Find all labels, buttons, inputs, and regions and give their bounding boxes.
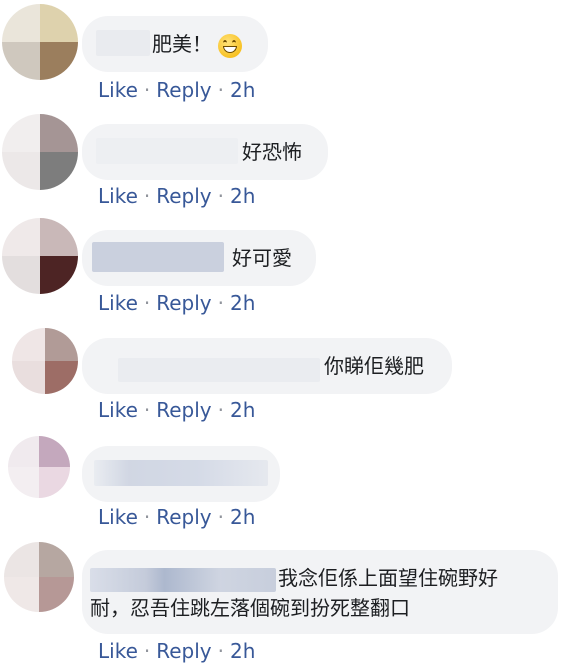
redacted-author-name — [90, 568, 276, 592]
comment-bubble: 你睇佢幾肥 — [82, 338, 452, 394]
reply-link[interactable]: Reply — [156, 398, 211, 422]
like-link[interactable]: Like — [98, 505, 138, 529]
comment-item: 好恐怖 Like · Reply · 2h — [0, 108, 569, 216]
comment-text-line-1: 我念佢係上面望住碗野好 — [278, 566, 498, 590]
comment-item: 我念佢係上面望住碗野好 耐，忍吾住跳左落個碗到扮死整翻口 Like · Reply ·… — [0, 536, 569, 668]
comment-item: Like · Reply · 2h — [0, 430, 569, 538]
reply-link[interactable]: Reply — [156, 639, 211, 663]
separator-dot: · — [217, 291, 224, 315]
comment-text-line-2: 耐，忍吾住跳左落個碗到扮死整翻口 — [90, 596, 410, 620]
comment-bubble: 我念佢係上面望住碗野好 耐，忍吾住跳左落個碗到扮死整翻口 — [82, 550, 558, 634]
redacted-author-name — [96, 30, 150, 56]
reply-link[interactable]: Reply — [156, 78, 211, 102]
grinning-face-emoji — [218, 33, 242, 58]
separator-dot: · — [143, 398, 151, 422]
like-link[interactable]: Like — [98, 398, 138, 422]
comment-bubble: 好可愛 — [82, 230, 316, 286]
comment-actions: Like · Reply · 2h — [98, 639, 255, 663]
comment-item: 肥美！ Like · Reply · 2h — [0, 0, 569, 108]
like-link[interactable]: Like — [98, 184, 138, 208]
separator-dot: · — [217, 398, 224, 422]
comment-item: 好可愛 Like · Reply · 2h — [0, 214, 569, 322]
comment-bubble: 肥美！ — [82, 16, 268, 72]
avatar[interactable] — [2, 4, 78, 80]
redacted-author-name — [96, 138, 238, 164]
separator-dot: · — [143, 505, 151, 529]
timestamp[interactable]: 2h — [230, 78, 255, 102]
avatar[interactable] — [8, 436, 70, 498]
separator-dot: · — [217, 184, 224, 208]
redacted-author-name — [94, 460, 268, 486]
comment-actions: Like · Reply · 2h — [98, 398, 255, 422]
reply-link[interactable]: Reply — [156, 505, 211, 529]
comment-text: 好恐怖 — [242, 140, 302, 164]
separator-dot: · — [143, 639, 151, 663]
avatar[interactable] — [2, 218, 78, 294]
comment-bubble — [82, 446, 280, 502]
separator-dot: · — [143, 184, 151, 208]
separator-dot: · — [143, 78, 151, 102]
separator-dot: · — [143, 291, 151, 315]
comment-actions: Like · Reply · 2h — [98, 291, 255, 315]
comment-actions: Like · Reply · 2h — [98, 184, 255, 208]
redacted-author-name — [92, 242, 224, 272]
comment-text: 你睇佢幾肥 — [324, 354, 424, 378]
like-link[interactable]: Like — [98, 78, 138, 102]
timestamp[interactable]: 2h — [230, 505, 255, 529]
avatar[interactable] — [2, 114, 78, 190]
comment-actions: Like · Reply · 2h — [98, 505, 255, 529]
timestamp[interactable]: 2h — [230, 398, 255, 422]
separator-dot: · — [217, 505, 224, 529]
comment-text: 肥美！ — [152, 31, 242, 58]
comment-bubble: 好恐怖 — [82, 124, 328, 180]
comment-item: 你睇佢幾肥 Like · Reply · 2h — [0, 322, 569, 430]
timestamp[interactable]: 2h — [230, 291, 255, 315]
redacted-author-name — [118, 358, 320, 382]
separator-dot: · — [217, 78, 224, 102]
like-link[interactable]: Like — [98, 291, 138, 315]
timestamp[interactable]: 2h — [230, 184, 255, 208]
avatar[interactable] — [4, 542, 74, 612]
reply-link[interactable]: Reply — [156, 291, 211, 315]
comment-actions: Like · Reply · 2h — [98, 78, 255, 102]
comment-text: 好可愛 — [232, 246, 292, 270]
reply-link[interactable]: Reply — [156, 184, 211, 208]
avatar[interactable] — [12, 328, 78, 394]
like-link[interactable]: Like — [98, 639, 138, 663]
separator-dot: · — [217, 639, 224, 663]
timestamp[interactable]: 2h — [230, 639, 255, 663]
